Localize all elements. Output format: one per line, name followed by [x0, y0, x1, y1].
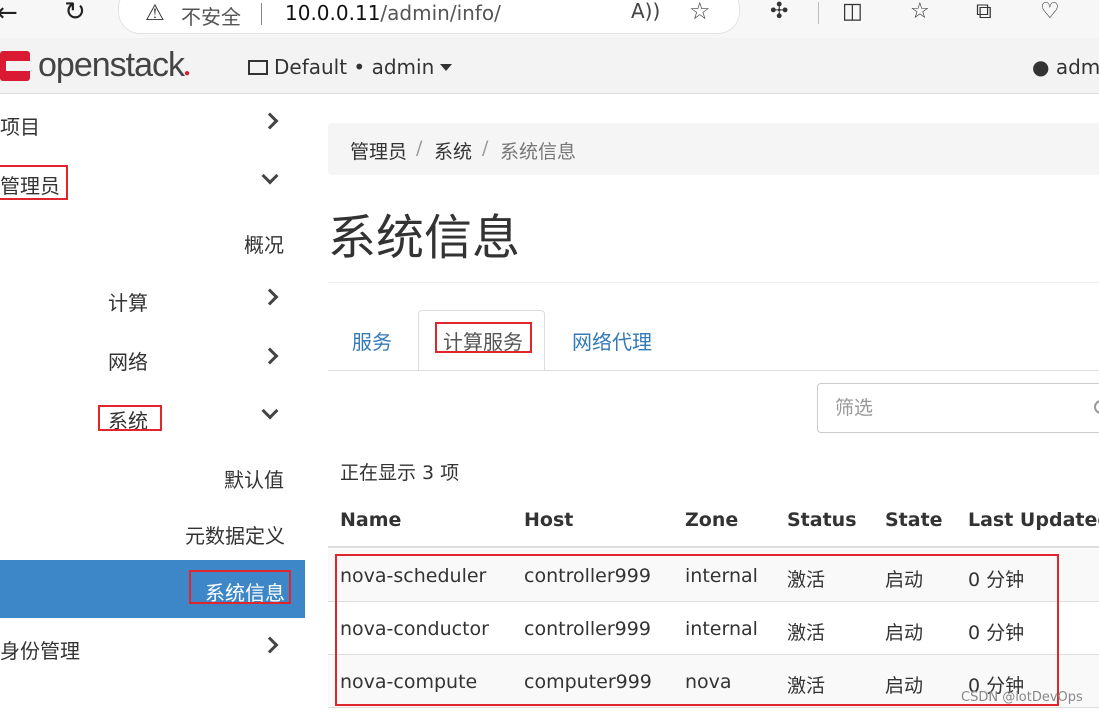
sidebar-item-defaults[interactable]: 默认值	[0, 448, 305, 504]
toolbar-separator	[818, 2, 819, 24]
breadcrumb-separator: /	[482, 137, 489, 159]
logo-text[interactable]: openstack●	[38, 46, 190, 85]
watermark: CSDN @iotDevOps	[961, 690, 1083, 705]
filter-input[interactable]	[818, 384, 1088, 432]
project-list-icon	[248, 60, 268, 75]
sidebar-item-identity[interactable]: 身份管理	[0, 619, 305, 675]
column-header-status[interactable]: Status	[787, 509, 857, 531]
tab-services[interactable]: 服务	[352, 326, 392, 355]
top-navbar: openstack● Default • admin ● admin	[0, 38, 1099, 94]
divider	[328, 282, 1099, 283]
read-aloud-icon[interactable]: A))	[631, 0, 660, 23]
url-text[interactable]: 10.0.0.11/admin/info/	[285, 1, 501, 25]
search-icon[interactable]	[1094, 400, 1099, 414]
split-screen-icon[interactable]: ◫	[842, 0, 863, 24]
tabs-divider	[328, 370, 1099, 371]
sidebar-item-network[interactable]: 网络	[0, 330, 305, 386]
table-header-divider	[328, 546, 1099, 548]
project-selector[interactable]: Default • admin	[248, 55, 453, 79]
filter-box	[817, 383, 1099, 433]
user-icon: ●	[1032, 55, 1050, 79]
address-separator	[261, 3, 262, 25]
breadcrumb-current: 系统信息	[500, 141, 577, 163]
sidebar-item-overview[interactable]: 概况	[0, 213, 305, 269]
openstack-logo-icon[interactable]	[0, 51, 30, 81]
annotation-highlight	[335, 554, 1059, 706]
browser-toolbar: ← ↻ ⚠ 不安全 10.0.0.11/admin/info/ A)) ☆ ✣ …	[0, 0, 1099, 38]
chevron-down-icon	[261, 402, 279, 420]
extensions-puzzle-icon[interactable]: ✣	[770, 0, 788, 24]
tab-network-agents[interactable]: 网络代理	[572, 326, 652, 355]
chevron-right-icon	[261, 288, 279, 306]
column-header-host[interactable]: Host	[524, 509, 573, 531]
annotation-highlight	[0, 165, 68, 200]
breadcrumb: 管理员 / 系统 / 系统信息	[328, 123, 1099, 175]
sidebar-item-compute[interactable]: 计算	[0, 271, 305, 327]
chevron-right-icon	[261, 636, 279, 654]
security-label[interactable]: 不安全	[181, 1, 241, 30]
breadcrumb-admin[interactable]: 管理员	[350, 137, 407, 164]
breadcrumb-system[interactable]: 系统	[434, 137, 472, 164]
favorites-icon[interactable]: ☆	[910, 0, 930, 24]
breadcrumb-separator: /	[416, 137, 423, 159]
back-arrow-icon[interactable]: ←	[0, 0, 18, 26]
sidebar-item-metadata-definitions[interactable]: 元数据定义	[0, 504, 305, 560]
annotation-highlight	[435, 322, 532, 353]
column-header-zone[interactable]: Zone	[685, 509, 738, 531]
annotation-highlight	[98, 405, 162, 431]
caret-down-icon	[440, 64, 453, 71]
collections-icon[interactable]: ⧉	[976, 0, 992, 24]
chevron-right-icon	[261, 112, 279, 130]
sidebar-item-project[interactable]: 项目	[0, 95, 305, 151]
column-header-name[interactable]: Name	[340, 509, 401, 531]
annotation-highlight	[189, 570, 291, 604]
sidebar: 项目 管理员 概况 计算 网络 系统 默认值 元数据定义 系统信息 身份管理	[0, 95, 305, 716]
refresh-icon[interactable]: ↻	[64, 0, 86, 26]
chevron-down-icon	[261, 167, 279, 185]
user-menu[interactable]: ● admin	[1032, 55, 1099, 79]
item-count: 正在显示 3 项	[340, 462, 460, 484]
favorite-star-icon[interactable]: ☆	[689, 0, 711, 25]
column-header-last-updated[interactable]: Last Updated	[968, 509, 1099, 531]
warning-icon[interactable]: ⚠	[145, 1, 165, 26]
page-title: 系统信息	[328, 210, 521, 266]
address-bar[interactable]: ⚠ 不安全 10.0.0.11/admin/info/ A)) ☆	[118, 0, 740, 34]
column-header-state[interactable]: State	[885, 509, 943, 531]
browser-essentials-icon[interactable]: ♡	[1040, 0, 1060, 24]
chevron-right-icon	[261, 347, 279, 365]
